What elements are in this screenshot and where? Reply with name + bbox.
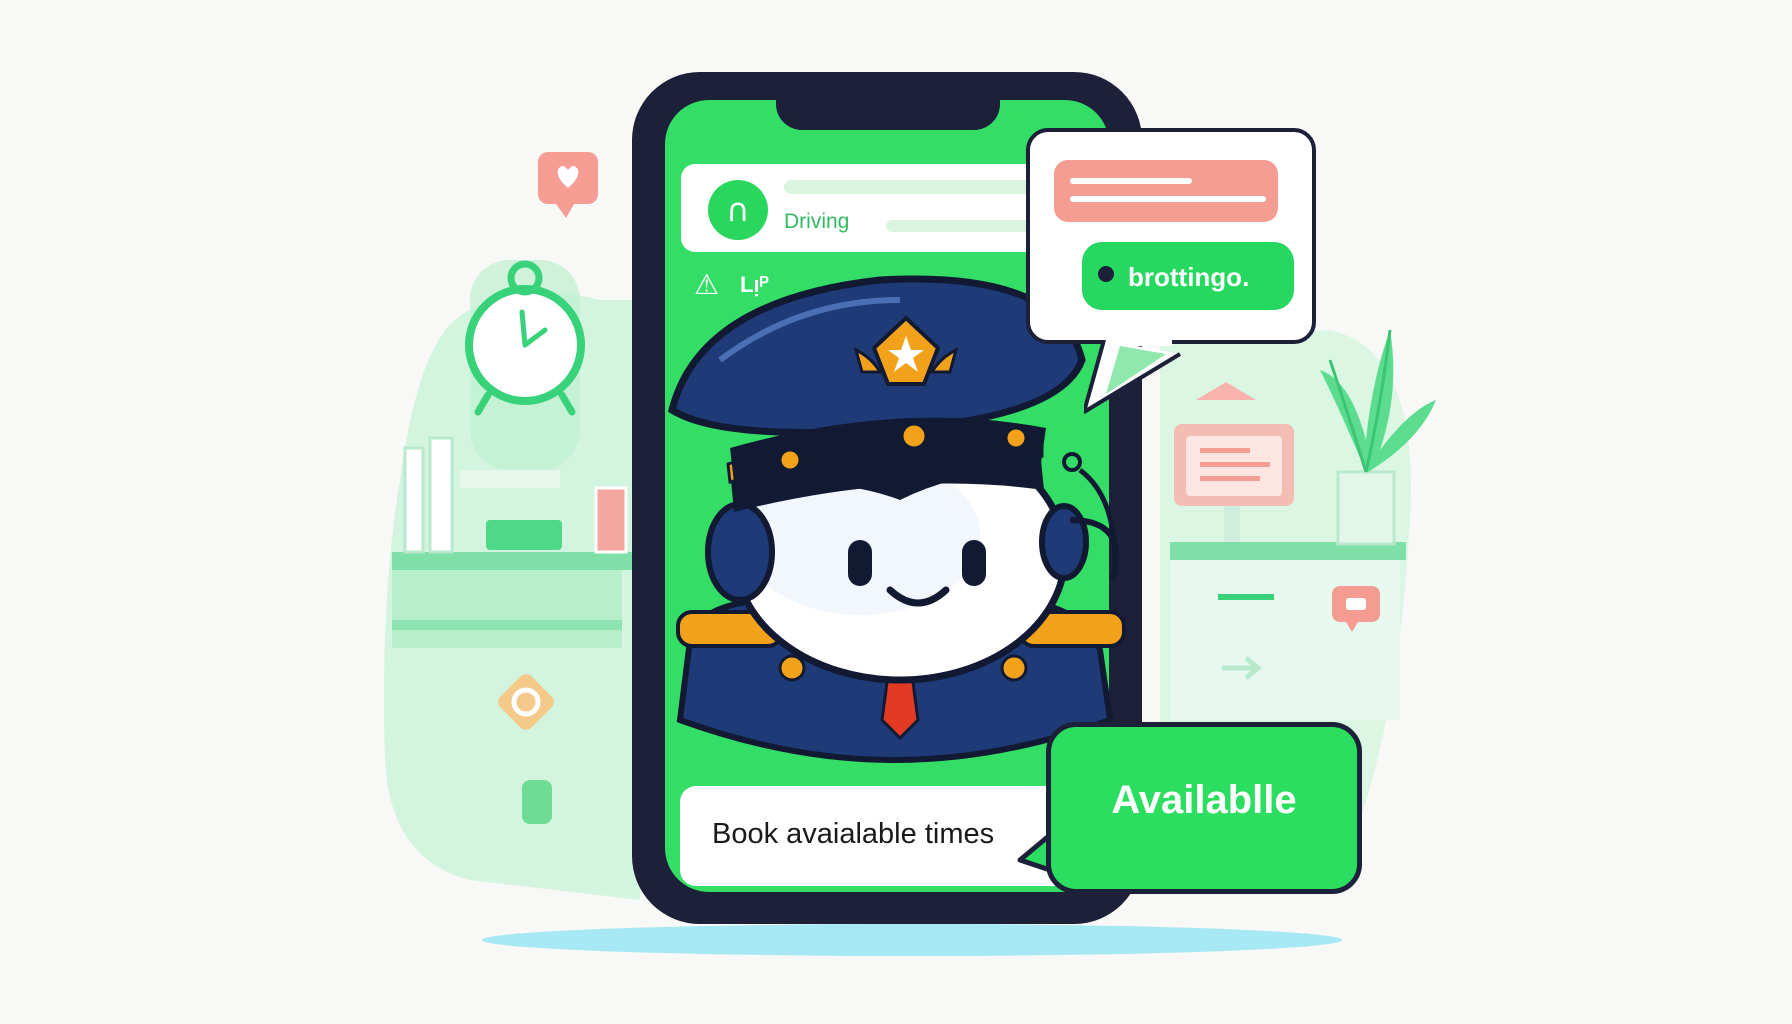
book-times-label: Book avaialable times: [712, 818, 995, 850]
chat-message-line-2: [1070, 196, 1266, 202]
chat-message-line-1: [1070, 178, 1192, 184]
chat-message-bar: [1054, 160, 1278, 222]
chat-bubble-tail: [1084, 340, 1182, 414]
illustration-scene: ∩ Driving ⚠ Lᴉᴾ Book avaialable times br…: [0, 0, 1792, 1024]
status-dot-icon: [1098, 266, 1114, 282]
available-badge-label: Availablle: [1111, 778, 1297, 822]
chat-reply-label: brottingo.: [1128, 262, 1250, 292]
